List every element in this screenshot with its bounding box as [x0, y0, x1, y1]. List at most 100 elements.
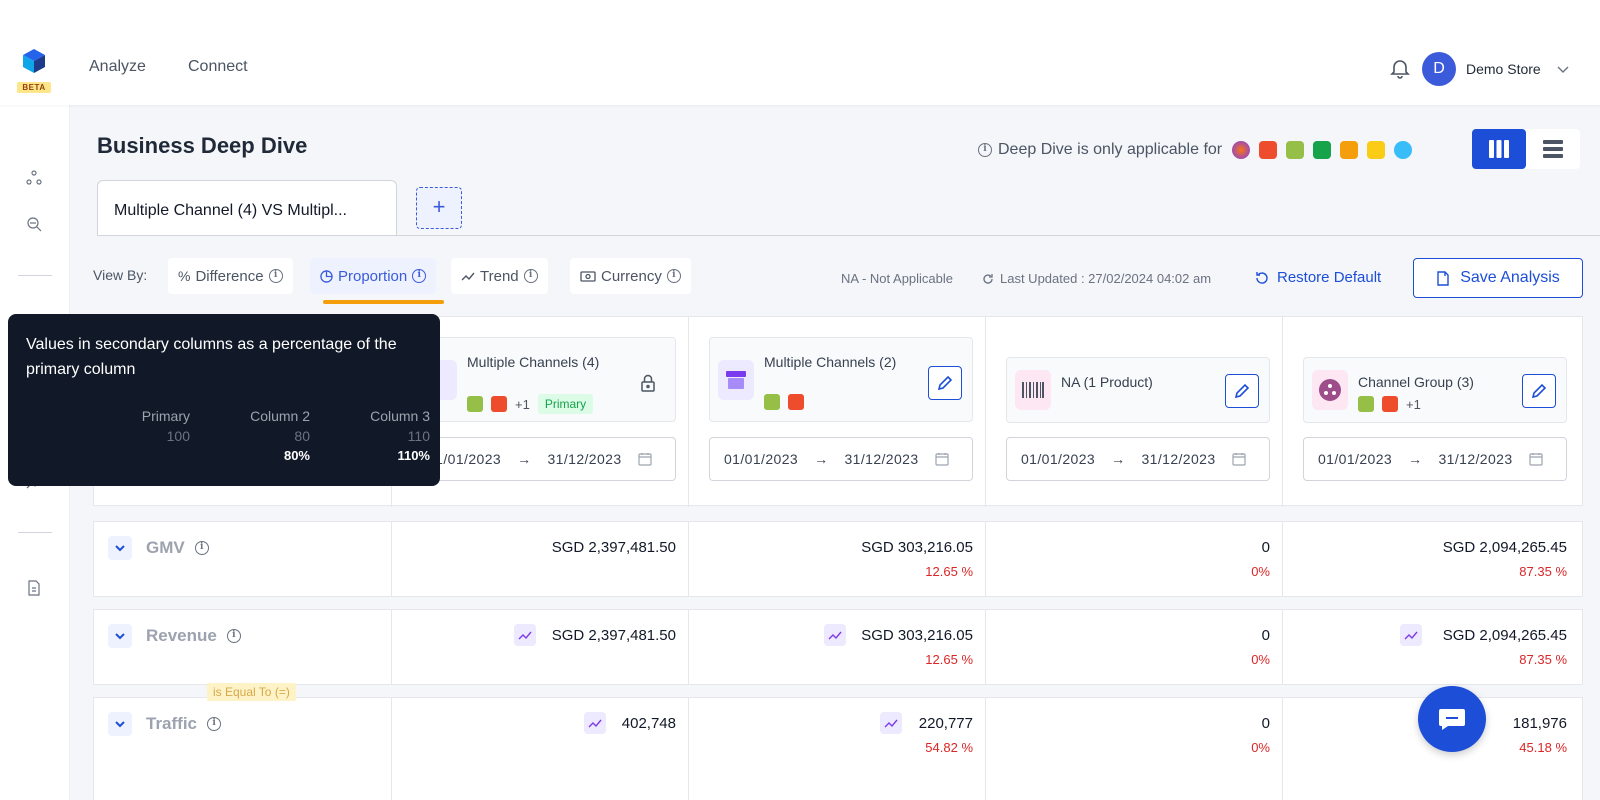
tooltip-cell: 110	[407, 428, 430, 444]
info-icon: i	[268, 269, 283, 283]
date-range-picker[interactable]: 01/01/2023 → 31/12/2023	[709, 437, 973, 481]
shopify-logo-icon	[467, 396, 483, 412]
chevron-down-icon	[115, 545, 125, 552]
sidebar-divider	[18, 275, 52, 276]
store-name[interactable]: Demo Store	[1466, 61, 1541, 77]
list-icon	[1543, 140, 1563, 158]
difference-button[interactable]: % Difference i	[168, 258, 293, 294]
na-note: NA - Not Applicable	[841, 271, 954, 286]
lock-icon	[641, 374, 655, 392]
edit-column-button[interactable]	[1522, 374, 1556, 408]
info-icon[interactable]: i	[207, 717, 222, 731]
tooltip-text: Values in secondary columns as a percent…	[26, 336, 397, 378]
tab-analysis[interactable]: Multiple Channel (4) VS Multipl...	[97, 180, 397, 236]
store-icon	[718, 360, 754, 400]
chat-icon	[1439, 709, 1465, 730]
top-bar: BETA Analyze Connect D Demo Store	[0, 0, 1600, 105]
column-separator	[688, 522, 689, 596]
date-range-picker[interactable]: 01/01/2023 → 31/12/2023	[1006, 437, 1270, 481]
expand-row-button[interactable]	[108, 536, 132, 560]
restore-icon	[1256, 271, 1268, 284]
nav-analyze[interactable]: Analyze	[89, 58, 146, 76]
metric-percentage: 0%	[1251, 740, 1270, 755]
metric-percentage: 0%	[1251, 564, 1270, 579]
primary-badge: Primary	[537, 394, 594, 414]
restore-default-label: Restore Default	[1277, 269, 1382, 286]
start-date: 01/01/2023	[1021, 451, 1096, 467]
save-analysis-label: Save Analysis	[1460, 269, 1560, 286]
shopee-logo-icon	[1382, 396, 1398, 412]
tooltip-cell: 80%	[283, 448, 310, 463]
currency-button[interactable]: Currency i	[570, 258, 691, 294]
shopify-logo-icon	[1286, 141, 1305, 159]
edit-column-button[interactable]	[928, 366, 962, 400]
trend-button[interactable]: Trend i	[451, 258, 548, 294]
expand-row-button[interactable]	[108, 624, 132, 648]
column-separator	[1282, 698, 1283, 800]
app-logo[interactable]: BETA	[17, 48, 51, 93]
nodes-icon[interactable]	[25, 169, 43, 187]
column-view-button[interactable]	[1472, 129, 1526, 169]
pencil-icon	[937, 375, 953, 391]
date-range-picker[interactable]: 01/01/2023 → 31/12/2023	[412, 437, 676, 481]
barcode-icon	[1015, 370, 1051, 410]
info-icon[interactable]: i	[226, 629, 241, 643]
chevron-down-icon[interactable]	[1556, 62, 1570, 76]
calendar-icon	[1528, 453, 1543, 466]
avatar[interactable]: D	[1422, 52, 1456, 86]
tooltip-cell	[70, 448, 190, 463]
deep-dive-note-text: Deep Dive is only applicable for	[998, 141, 1223, 158]
date-range-picker[interactable]: 01/01/2023 → 31/12/2023	[1303, 437, 1567, 481]
list-view-button[interactable]	[1526, 129, 1580, 169]
metric-value: SGD 2,094,265.45	[1442, 627, 1567, 644]
bell-icon[interactable]	[1388, 56, 1412, 80]
column-card-4: Channel Group (3) +1	[1303, 357, 1567, 423]
metric-value: 0	[1261, 539, 1270, 556]
active-view-indicator	[323, 300, 444, 304]
edit-column-button[interactable]	[1225, 374, 1259, 408]
end-date: 31/12/2023	[1438, 451, 1513, 467]
shopify-logo-icon	[764, 394, 780, 410]
column-title: NA (1 Product)	[1061, 374, 1153, 390]
metric-label: GMV i	[146, 538, 209, 558]
expand-row-button[interactable]	[108, 712, 132, 736]
document-icon[interactable]	[25, 579, 43, 597]
analysis-search-icon[interactable]	[25, 215, 43, 233]
metric-row-revenue: Revenue i SGD 2,397,481.50 SGD 303,216.0…	[93, 609, 1583, 685]
filter-tag: is Equal To (=)	[207, 683, 296, 701]
metric-value: SGD 2,094,265.45	[1442, 539, 1567, 556]
shopee-logo-icon	[788, 394, 804, 410]
metric-value: 220,777	[918, 715, 973, 732]
chevron-down-icon	[115, 633, 125, 640]
difference-label: Difference	[195, 267, 264, 285]
proportion-button[interactable]: Proportion i	[310, 258, 437, 294]
metric-value: 0	[1261, 715, 1270, 732]
tooltip-header: Column 2	[250, 408, 310, 424]
column-channel-logos: +1	[1358, 396, 1421, 412]
chat-button[interactable]	[1418, 686, 1486, 752]
amazon-logo-icon	[1340, 141, 1359, 159]
column-title: Multiple Channels (2)	[764, 354, 897, 370]
arrow-right-icon: →	[1408, 451, 1423, 467]
metric-label: Traffic i	[146, 714, 222, 734]
pie-chart-icon	[320, 269, 333, 283]
save-analysis-button[interactable]: Save Analysis	[1413, 258, 1583, 298]
add-tab-button[interactable]: +	[416, 187, 462, 229]
metric-name: Revenue	[146, 626, 217, 645]
proportion-label: Proportion	[338, 267, 408, 285]
metric-percentage: 0%	[1251, 652, 1270, 667]
lazada-logo-icon	[1232, 141, 1251, 159]
metric-row-traffic: Traffic i 402,748 220,777 54.82 % 0 0% 1…	[93, 697, 1583, 800]
metric-name: Traffic	[146, 714, 198, 733]
nav-connect[interactable]: Connect	[188, 58, 248, 76]
start-date: 01/01/2023	[1318, 451, 1393, 467]
store-logo-icon	[1313, 141, 1332, 159]
info-icon[interactable]: i	[194, 541, 209, 555]
sidebar-divider	[18, 532, 52, 533]
shopify-logo-icon	[1358, 396, 1374, 412]
lock-button[interactable]	[631, 366, 665, 400]
arrow-right-icon: →	[1111, 451, 1126, 467]
restore-default-button[interactable]: Restore Default	[1255, 269, 1381, 286]
channel-logos	[1232, 141, 1413, 159]
column-separator	[985, 610, 986, 684]
